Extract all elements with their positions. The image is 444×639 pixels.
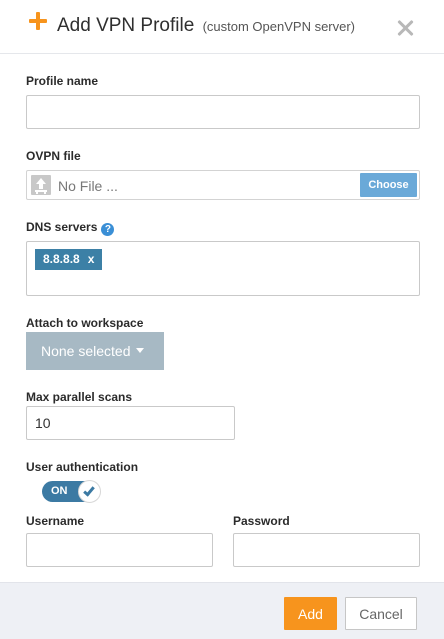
dns-tag: 8.8.8.8 x bbox=[35, 249, 103, 270]
ovpn-file-label: OVPN file bbox=[26, 149, 81, 163]
choose-file-button[interactable]: Choose bbox=[360, 173, 417, 197]
help-icon[interactable]: ? bbox=[101, 223, 115, 236]
file-name-text: No File ... bbox=[58, 178, 118, 194]
cancel-button[interactable]: Cancel bbox=[345, 597, 417, 630]
plus-icon bbox=[27, 10, 49, 32]
close-icon[interactable] bbox=[396, 18, 416, 38]
dns-servers-input[interactable]: 8.8.8.8 x bbox=[26, 241, 420, 296]
user-auth-label: User authentication bbox=[26, 460, 139, 474]
max-parallel-scans-input[interactable] bbox=[26, 406, 235, 440]
toggle-on-text: ON bbox=[51, 485, 68, 497]
username-label: Username bbox=[26, 514, 85, 528]
tag-remove-icon[interactable]: x bbox=[88, 252, 95, 266]
dialog-title: Add VPN Profile (custom OpenVPN server) bbox=[57, 15, 355, 37]
password-input[interactable] bbox=[233, 533, 420, 567]
workspace-label: Attach to workspace bbox=[26, 316, 144, 330]
max-parallel-scans-label: Max parallel scans bbox=[26, 390, 133, 404]
user-auth-toggle[interactable]: ON bbox=[42, 480, 101, 503]
check-icon bbox=[83, 484, 95, 497]
dialog-subtitle: (custom OpenVPN server) bbox=[202, 19, 356, 34]
password-label: Password bbox=[233, 514, 290, 528]
dialog-footer: Add Cancel bbox=[0, 582, 444, 639]
add-button[interactable]: Add bbox=[284, 597, 337, 630]
username-input[interactable] bbox=[26, 533, 213, 567]
caret-down-icon bbox=[135, 348, 144, 353]
workspace-select[interactable]: None selected bbox=[26, 332, 164, 370]
dialog-title-text: Add VPN Profile bbox=[57, 15, 195, 36]
dns-tag-value: 8.8.8.8 bbox=[43, 252, 80, 266]
dns-servers-label: DNS servers bbox=[26, 220, 98, 234]
add-vpn-profile-dialog: Add VPN Profile (custom OpenVPN server) … bbox=[0, 0, 444, 639]
profile-name-label: Profile name bbox=[26, 74, 99, 88]
ovpn-file-picker[interactable]: No File ... Choose bbox=[26, 170, 420, 200]
profile-name-input[interactable] bbox=[26, 95, 420, 129]
workspace-selected-text: None selected bbox=[41, 343, 131, 359]
toggle-knob bbox=[78, 480, 101, 503]
dns-servers-label-row: DNS servers? bbox=[26, 220, 115, 236]
upload-icon bbox=[31, 175, 51, 195]
dialog-header: Add VPN Profile (custom OpenVPN server) bbox=[0, 0, 444, 54]
